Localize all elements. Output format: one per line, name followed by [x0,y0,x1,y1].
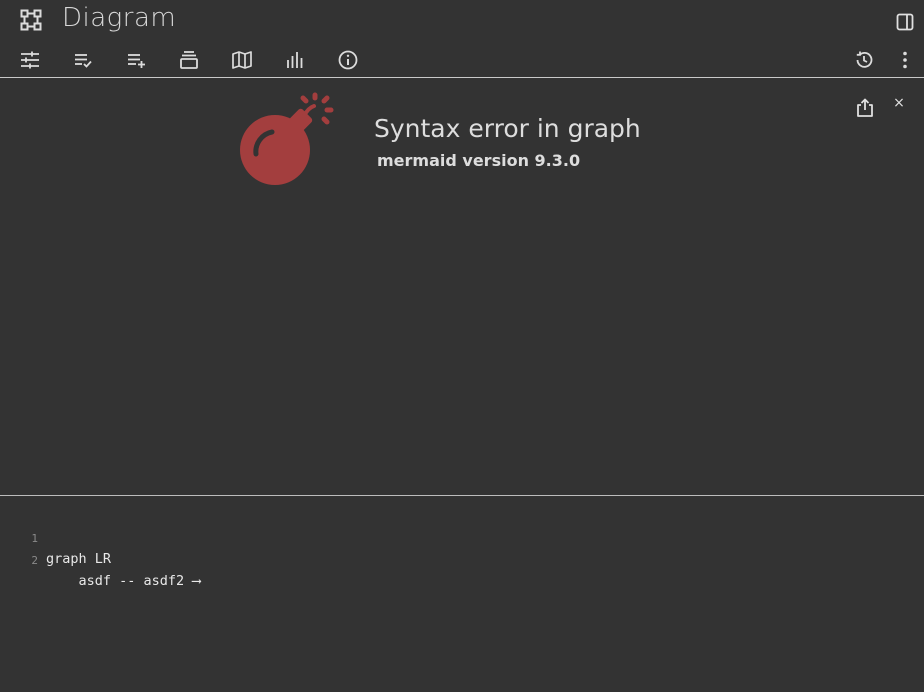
bar-chart-icon [287,52,303,68]
layers-button[interactable] [176,47,202,73]
code-line[interactable]: 1 graph LR [0,509,924,567]
code-line[interactable]: 2 asdf -- asdf2 ⟶ [0,531,924,589]
close-button[interactable]: × [892,94,906,112]
diagram-icon [20,9,42,31]
checklist-button[interactable] [70,47,96,73]
info-button[interactable] [335,47,361,73]
layers-icon [180,51,198,69]
side-panel-icon[interactable] [896,13,914,31]
line-number: 2 [31,554,38,567]
page-title: Diagram [62,3,177,33]
info-icon [338,50,358,70]
error-title: Syntax error in graph [374,114,641,143]
code-text[interactable]: asdf -- asdf2 ⟶ [46,571,201,591]
history-icon [856,51,873,68]
code-text[interactable]: graph LR [46,549,111,569]
title-bar: Diagram [0,0,924,40]
history-button[interactable] [851,47,877,73]
map-button[interactable] [229,47,255,73]
bar-chart-button[interactable] [282,47,308,73]
more-vert-button[interactable] [892,47,918,73]
error-version: mermaid version 9.3.0 [377,151,581,170]
playlist-add-button[interactable] [123,47,149,73]
share-icon[interactable] [854,97,876,119]
tune-button[interactable] [17,47,43,73]
tune-icon [21,51,39,69]
map-icon [232,51,252,69]
toolbar [0,44,924,76]
playlist-add-icon [128,54,145,68]
more-vert-icon [903,51,907,69]
bomb-icon [236,92,340,192]
checklist-icon [75,54,92,68]
code-editor[interactable]: 1 graph LR 2 asdf -- asdf2 ⟶ [0,496,924,692]
